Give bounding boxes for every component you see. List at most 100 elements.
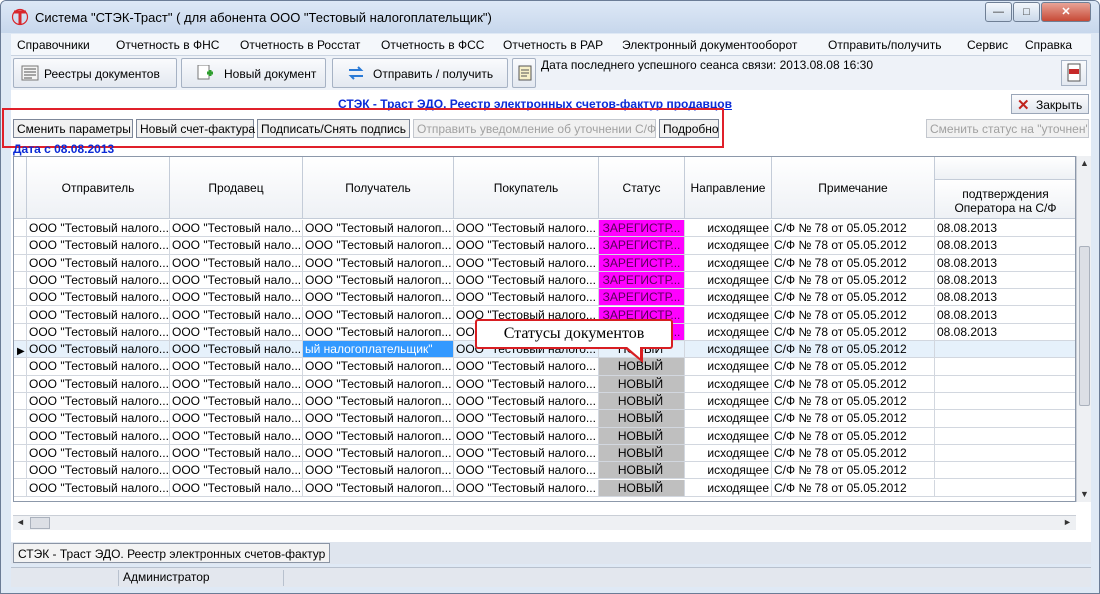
cell-sender[interactable]: ООО "Тестовый налого... <box>27 393 170 411</box>
cell-confirm[interactable]: 08.08.2013 <box>935 289 1075 307</box>
cell-direction[interactable]: исходящее <box>685 341 772 359</box>
row-indicator[interactable] <box>14 220 27 238</box>
table-row[interactable]: ООО "Тестовый налого... ООО "Тестовый нал… <box>14 220 1075 238</box>
new-invoice-button[interactable]: Новый счет-фактура <box>136 119 255 138</box>
cell-status[interactable]: НОВЫЙ <box>599 375 685 393</box>
send-clarification-button[interactable]: Отправить уведомление об уточнении С/Ф <box>413 119 656 138</box>
cell-note[interactable]: С/Ф № 78 от 05.05.2012 <box>772 462 935 480</box>
cell-sender[interactable]: ООО "Тестовый налого... <box>27 254 170 272</box>
cell-note[interactable]: С/Ф № 78 от 05.05.2012 <box>772 375 935 393</box>
cell-confirm[interactable] <box>935 445 1075 463</box>
cell-note[interactable]: С/Ф № 78 от 05.05.2012 <box>772 479 935 497</box>
cell-direction[interactable]: исходящее <box>685 479 772 497</box>
cell-recipient[interactable]: ООО "Тестовый налогоп... <box>303 479 454 497</box>
cell-note[interactable]: С/Ф № 78 от 05.05.2012 <box>772 289 935 307</box>
cell-direction[interactable]: исходящее <box>685 254 772 272</box>
cell-confirm[interactable] <box>935 428 1075 445</box>
cell-confirm[interactable] <box>935 462 1075 480</box>
cell-confirm[interactable] <box>935 358 1075 376</box>
cell-buyer[interactable]: ООО "Тестовый налого... <box>454 254 599 272</box>
cell-recipient[interactable]: ООО "Тестовый налогоп... <box>303 410 454 428</box>
row-indicator[interactable] <box>14 237 27 255</box>
cell-recipient[interactable]: ООО "Тестовый налогоп... <box>303 462 454 480</box>
menu-rosstat[interactable]: Отчетность в Росстат <box>240 38 360 52</box>
menu-send-receive[interactable]: Отправить/получить <box>828 38 941 52</box>
cell-recipient[interactable]: ООО "Тестовый налогоп... <box>303 358 454 376</box>
cell-sender[interactable]: ООО "Тестовый налого... <box>27 479 170 497</box>
row-indicator[interactable] <box>14 479 27 497</box>
horizontal-scrollbar[interactable]: ◄ ► <box>13 515 1076 530</box>
cell-seller[interactable]: ООО "Тестовый нало... <box>170 358 303 376</box>
cell-recipient[interactable]: ый налогоплательщик" <box>303 341 454 359</box>
cell-seller[interactable]: ООО "Тестовый нало... <box>170 410 303 428</box>
close-window-button[interactable]: ✕ <box>1041 2 1091 22</box>
cell-seller[interactable]: ООО "Тестовый нало... <box>170 444 303 463</box>
cell-seller[interactable]: ООО "Тестовый нало... <box>170 237 303 255</box>
cell-direction[interactable]: исходящее <box>685 444 772 463</box>
cell-confirm[interactable] <box>935 341 1075 359</box>
table-row[interactable]: ООО "Тестовый налого... ООО "Тестовый нал… <box>14 375 1075 393</box>
vertical-scroll-thumb[interactable] <box>1079 246 1090 406</box>
cell-buyer[interactable]: ООО "Тестовый налого... <box>454 375 599 393</box>
cell-buyer[interactable]: ООО "Тестовый налого... <box>454 271 599 290</box>
cell-direction[interactable]: исходящее <box>685 410 772 428</box>
cell-note[interactable]: С/Ф № 78 от 05.05.2012 <box>772 358 935 376</box>
cell-recipient[interactable]: ООО "Тестовый налогоп... <box>303 254 454 272</box>
col-buyer[interactable]: Покупатель <box>454 157 599 219</box>
cell-status[interactable]: ЗАРЕГИСТР... <box>599 271 685 290</box>
cell-sender[interactable]: ООО "Тестовый налого... <box>27 358 170 376</box>
cell-recipient[interactable]: ООО "Тестовый налогоп... <box>303 444 454 463</box>
cell-status[interactable]: НОВЫЙ <box>599 444 685 463</box>
cell-recipient[interactable]: ООО "Тестовый налогоп... <box>303 323 454 342</box>
menu-rar[interactable]: Отчетность в РАР <box>503 38 603 52</box>
cell-buyer[interactable]: ООО "Тестовый налого... <box>454 479 599 497</box>
row-indicator[interactable] <box>14 427 27 445</box>
cell-sender[interactable]: ООО "Тестовый налого... <box>27 375 170 393</box>
cell-buyer[interactable]: ООО "Тестовый налого... <box>454 358 599 376</box>
cell-recipient[interactable]: ООО "Тестовый налогоп... <box>303 393 454 411</box>
change-params-button[interactable]: Сменить параметры <box>13 119 133 138</box>
new-document-button[interactable]: Новый документ <box>181 58 326 88</box>
row-indicator[interactable] <box>14 358 27 376</box>
cell-direction[interactable]: исходящее <box>685 375 772 393</box>
cell-buyer[interactable]: ООО "Тестовый налого... <box>454 444 599 463</box>
cell-recipient[interactable]: ООО "Тестовый налогоп... <box>303 306 454 324</box>
cell-direction[interactable]: исходящее <box>685 306 772 324</box>
cell-confirm[interactable]: 08.08.2013 <box>935 272 1075 290</box>
row-indicator[interactable] <box>14 444 27 463</box>
cell-seller[interactable]: ООО "Тестовый нало... <box>170 323 303 342</box>
cell-confirm[interactable]: 08.08.2013 <box>935 220 1075 238</box>
registers-button[interactable]: Реестры документов <box>13 58 177 88</box>
cell-note[interactable]: С/Ф № 78 от 05.05.2012 <box>772 271 935 290</box>
cell-note[interactable]: С/Ф № 78 от 05.05.2012 <box>772 220 935 238</box>
menu-edo[interactable]: Электронный документооборот <box>622 38 797 52</box>
row-indicator[interactable] <box>14 306 27 324</box>
cell-status[interactable]: НОВЫЙ <box>599 410 685 428</box>
cell-status[interactable]: НОВЫЙ <box>599 462 685 480</box>
cell-buyer[interactable]: ООО "Тестовый налого... <box>454 462 599 480</box>
pdf-button[interactable] <box>1061 60 1087 86</box>
table-row[interactable]: ООО "Тестовый налого... ООО "Тестовый нал… <box>14 479 1075 497</box>
row-indicator[interactable] <box>14 410 27 428</box>
cell-confirm[interactable]: 08.08.2013 <box>935 237 1075 255</box>
cell-confirm[interactable]: 08.08.2013 <box>935 255 1075 272</box>
cell-sender[interactable]: ООО "Тестовый налого... <box>27 462 170 480</box>
cell-direction[interactable]: исходящее <box>685 323 772 342</box>
cell-recipient[interactable]: ООО "Тестовый налогоп... <box>303 375 454 393</box>
close-form-button[interactable]: ✕ Закрыть <box>1011 94 1089 114</box>
row-indicator[interactable]: ▶ <box>14 341 27 359</box>
cell-direction[interactable]: исходящее <box>685 427 772 445</box>
row-indicator[interactable] <box>14 323 27 342</box>
cell-note[interactable]: С/Ф № 78 от 05.05.2012 <box>772 306 935 324</box>
table-row[interactable]: ООО "Тестовый налого... ООО "Тестовый нал… <box>14 358 1075 376</box>
row-indicator[interactable] <box>14 375 27 393</box>
table-row[interactable]: ООО "Тестовый налого... ООО "Тестовый нал… <box>14 410 1075 428</box>
change-status-button[interactable]: Сменить статус на "уточнен" <box>926 119 1089 138</box>
col-recipient[interactable]: Получатель <box>303 157 454 219</box>
horizontal-scroll-thumb[interactable] <box>30 517 50 529</box>
cell-seller[interactable]: ООО "Тестовый нало... <box>170 289 303 307</box>
cell-sender[interactable]: ООО "Тестовый налого... <box>27 237 170 255</box>
cell-buyer[interactable]: ООО "Тестовый налого... <box>454 289 599 307</box>
cell-sender[interactable]: ООО "Тестовый налого... <box>27 289 170 307</box>
cell-confirm[interactable] <box>935 376 1075 393</box>
